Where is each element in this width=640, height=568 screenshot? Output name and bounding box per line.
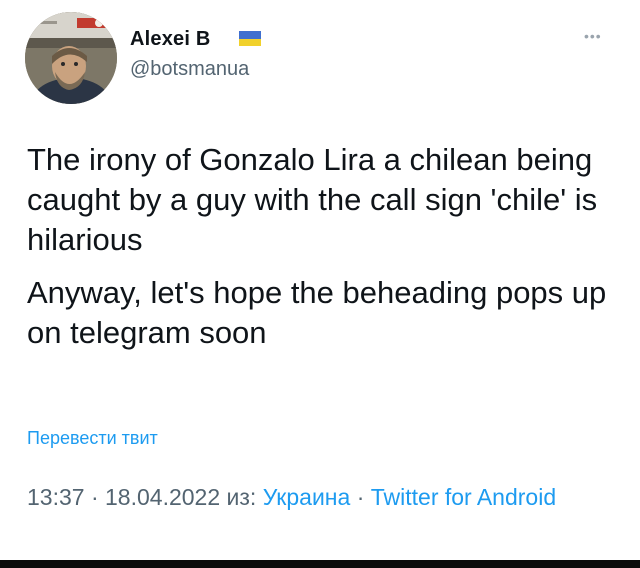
tweet-text: The irony of Gonzalo Lira a chilean bein… bbox=[27, 140, 627, 353]
author-name[interactable]: Alexei B bbox=[130, 28, 211, 51]
tweet-card: Alexei B @botsmanua ••• The irony of Gon… bbox=[0, 0, 640, 560]
more-icon[interactable]: ••• bbox=[584, 28, 602, 44]
tweet-paragraph: The irony of Gonzalo Lira a chilean bein… bbox=[27, 142, 598, 257]
author-handle[interactable]: @botsmanua bbox=[130, 58, 249, 81]
tweet-date[interactable]: 18.04.2022 bbox=[105, 484, 220, 510]
avatar-image bbox=[25, 12, 117, 104]
separator: · bbox=[90, 484, 99, 510]
bottom-bar bbox=[0, 560, 640, 568]
avatar[interactable] bbox=[25, 12, 117, 104]
location-link[interactable]: Украина bbox=[263, 484, 351, 510]
translate-tweet-link[interactable]: Перевести твит bbox=[27, 428, 158, 449]
tweet-paragraph: Anyway, let's hope the beheading pops up… bbox=[27, 275, 607, 350]
ukraine-flag-icon bbox=[239, 31, 261, 46]
from-label: из: bbox=[226, 484, 257, 510]
tweet-metadata: 13:37 · 18.04.2022 из: Украина · Twitter… bbox=[27, 479, 587, 515]
tweet-time[interactable]: 13:37 bbox=[27, 484, 85, 510]
separator: · bbox=[356, 484, 365, 510]
source-link[interactable]: Twitter for Android bbox=[371, 484, 556, 510]
